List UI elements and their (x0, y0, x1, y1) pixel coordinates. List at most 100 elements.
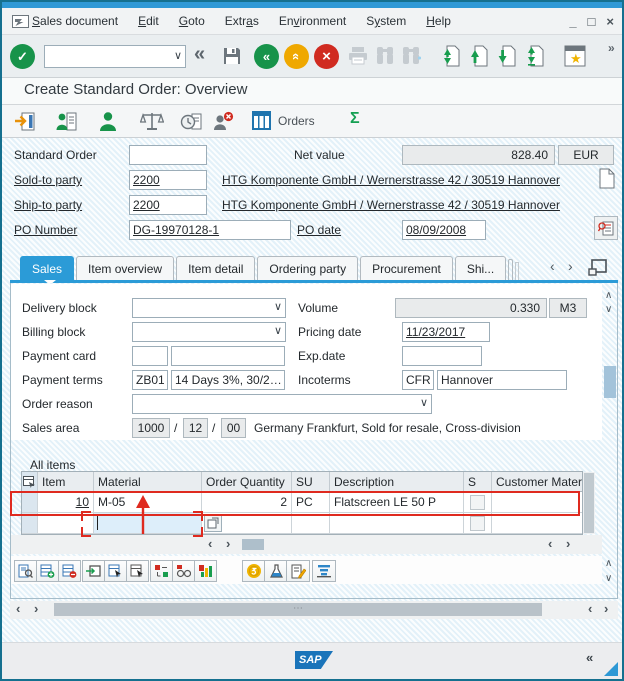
column-header-item[interactable]: Item (38, 472, 94, 492)
po-number-field[interactable] (129, 220, 291, 240)
insert-item-button[interactable] (36, 560, 59, 582)
su-cell[interactable] (292, 513, 330, 534)
ship-to-party-label[interactable]: Ship-to party (14, 195, 82, 215)
window-scroll-left-button-2[interactable]: ‹ (588, 603, 592, 615)
minimize-button[interactable]: _ (569, 14, 576, 29)
menu-extras[interactable]: Extras (225, 8, 259, 35)
window-hscrollbar-thumb[interactable]: ⋯ (54, 603, 542, 616)
blank-document-icon[interactable] (598, 168, 616, 194)
tab-shipping[interactable]: Shi... (455, 256, 506, 280)
order-reason-select[interactable]: ∨ (132, 394, 432, 414)
deselect-items-button[interactable] (126, 560, 149, 582)
window-scroll-right-button-2[interactable]: › (604, 603, 608, 615)
system-menu-icon[interactable] (12, 15, 29, 33)
delete-item-button[interactable] (58, 560, 81, 582)
window-scroll-right-button[interactable]: › (34, 603, 38, 615)
po-date-field[interactable] (402, 220, 486, 240)
tab-scroll-right-button[interactable]: › (568, 260, 573, 272)
exit-button[interactable]: « (284, 44, 309, 69)
incoterms-code-field[interactable] (402, 370, 434, 390)
save-button[interactable] (222, 46, 242, 71)
column-header-customer-material[interactable]: Customer Materi (492, 472, 582, 492)
display-sold-to-button[interactable] (56, 111, 78, 137)
possible-entries-button[interactable] (204, 514, 222, 532)
column-header-s[interactable]: S (464, 472, 492, 492)
tab-ordering-party[interactable]: Ordering party (257, 256, 358, 280)
menu-edit[interactable]: Edit (138, 8, 159, 35)
last-page-button[interactable] (524, 45, 544, 72)
ship-to-party-text[interactable]: HTG Komponente GmbH / Wernerstrasse 42 /… (222, 195, 560, 215)
new-session-button[interactable]: ★ (564, 45, 586, 72)
menu-system[interactable]: System (366, 8, 406, 35)
items-hscrollbar-thumb[interactable] (242, 539, 264, 550)
item-row-2[interactable] (22, 513, 582, 534)
payment-card-type-field[interactable] (132, 346, 168, 366)
availability-button[interactable] (264, 560, 288, 582)
column-header-material[interactable]: Material (94, 472, 202, 492)
payment-terms-code-field[interactable] (132, 370, 168, 390)
command-field[interactable]: ∨ (44, 45, 186, 68)
exp-date-field[interactable] (402, 346, 482, 366)
reject-document-button[interactable] (212, 111, 234, 137)
content-scroll-up-button-2[interactable]: ∧ (605, 558, 612, 570)
incoterms-location-field[interactable] (437, 370, 567, 390)
enter-button[interactable]: ✓ (10, 44, 35, 69)
maximize-button[interactable]: □ (588, 14, 596, 29)
display-customer-button[interactable] (98, 111, 118, 137)
standard-order-field[interactable] (129, 145, 207, 165)
scales-icon[interactable] (140, 111, 164, 137)
statusbar-collapse-button[interactable]: « (586, 650, 593, 665)
item-details-button[interactable] (14, 560, 37, 582)
orders-button[interactable]: Orders (252, 111, 315, 130)
previous-page-button[interactable] (468, 45, 488, 72)
tab-item-overview[interactable]: Item overview (76, 256, 174, 280)
select-all-button[interactable] (22, 472, 38, 492)
item-graph-button[interactable] (194, 560, 217, 582)
payment-terms-text-field[interactable] (171, 370, 285, 390)
menu-help[interactable]: Help (426, 8, 451, 35)
delivery-block-select[interactable]: ∨ (132, 298, 286, 318)
row-selector-cell[interactable] (22, 513, 38, 534)
items-scroll-left-button[interactable]: ‹ (208, 538, 212, 550)
tab-item-detail[interactable]: Item detail (176, 256, 255, 280)
window-scroll-left-button[interactable]: ‹ (16, 603, 20, 615)
tab-scroll-left-button[interactable]: ‹ (550, 260, 555, 272)
items-vscrollbar-thumb[interactable] (584, 473, 594, 533)
column-header-quantity[interactable]: Order Quantity (202, 472, 292, 492)
toolbar-overflow-button[interactable]: » (608, 41, 615, 55)
first-page-button[interactable] (440, 45, 460, 72)
menu-environment[interactable]: Environment (279, 8, 346, 35)
transfer-item-button[interactable] (82, 560, 105, 582)
back-button[interactable]: « (254, 44, 279, 69)
customer-material-cell[interactable] (492, 513, 582, 534)
pricing-date-field[interactable] (402, 322, 490, 342)
content-scroll-up-button[interactable]: ∧ (605, 290, 612, 302)
ship-to-party-field[interactable] (129, 195, 207, 215)
po-number-label[interactable]: PO Number (14, 220, 77, 240)
item-notes-button[interactable] (286, 560, 310, 582)
items-scroll-right-button-2[interactable]: › (566, 538, 570, 550)
cancel-button[interactable]: × (314, 44, 339, 69)
collapse-toolbar-button[interactable]: « (194, 43, 205, 66)
swap-items-button[interactable] (150, 560, 173, 582)
sold-to-party-text[interactable]: HTG Komponente GmbH / Wernerstrasse 42 /… (222, 170, 560, 190)
fullscreen-toggle-button[interactable] (588, 259, 607, 281)
delivery-status-icon[interactable] (180, 111, 203, 137)
select-items-button[interactable] (104, 560, 127, 582)
column-header-description[interactable]: Description (330, 472, 464, 492)
sum-button[interactable]: Σ (350, 110, 360, 128)
content-scrollbar-thumb[interactable] (604, 366, 616, 398)
s-checkbox[interactable] (470, 516, 485, 531)
menu-goto[interactable]: Goto (179, 8, 205, 35)
items-scroll-left-button-2[interactable]: ‹ (548, 538, 552, 550)
goto-document-button[interactable] (14, 111, 36, 137)
column-header-su[interactable]: SU (292, 472, 330, 492)
next-page-button[interactable] (496, 45, 516, 72)
display-ranges-button[interactable] (172, 560, 195, 582)
content-scroll-down-button[interactable]: ∨ (605, 304, 612, 316)
items-scroll-right-button[interactable]: › (226, 538, 230, 550)
payment-card-number-field[interactable] (171, 346, 285, 366)
items-vscrollbar-track[interactable] (583, 472, 595, 534)
s-cell[interactable] (464, 513, 492, 534)
billing-block-select[interactable]: ∨ (132, 322, 286, 342)
